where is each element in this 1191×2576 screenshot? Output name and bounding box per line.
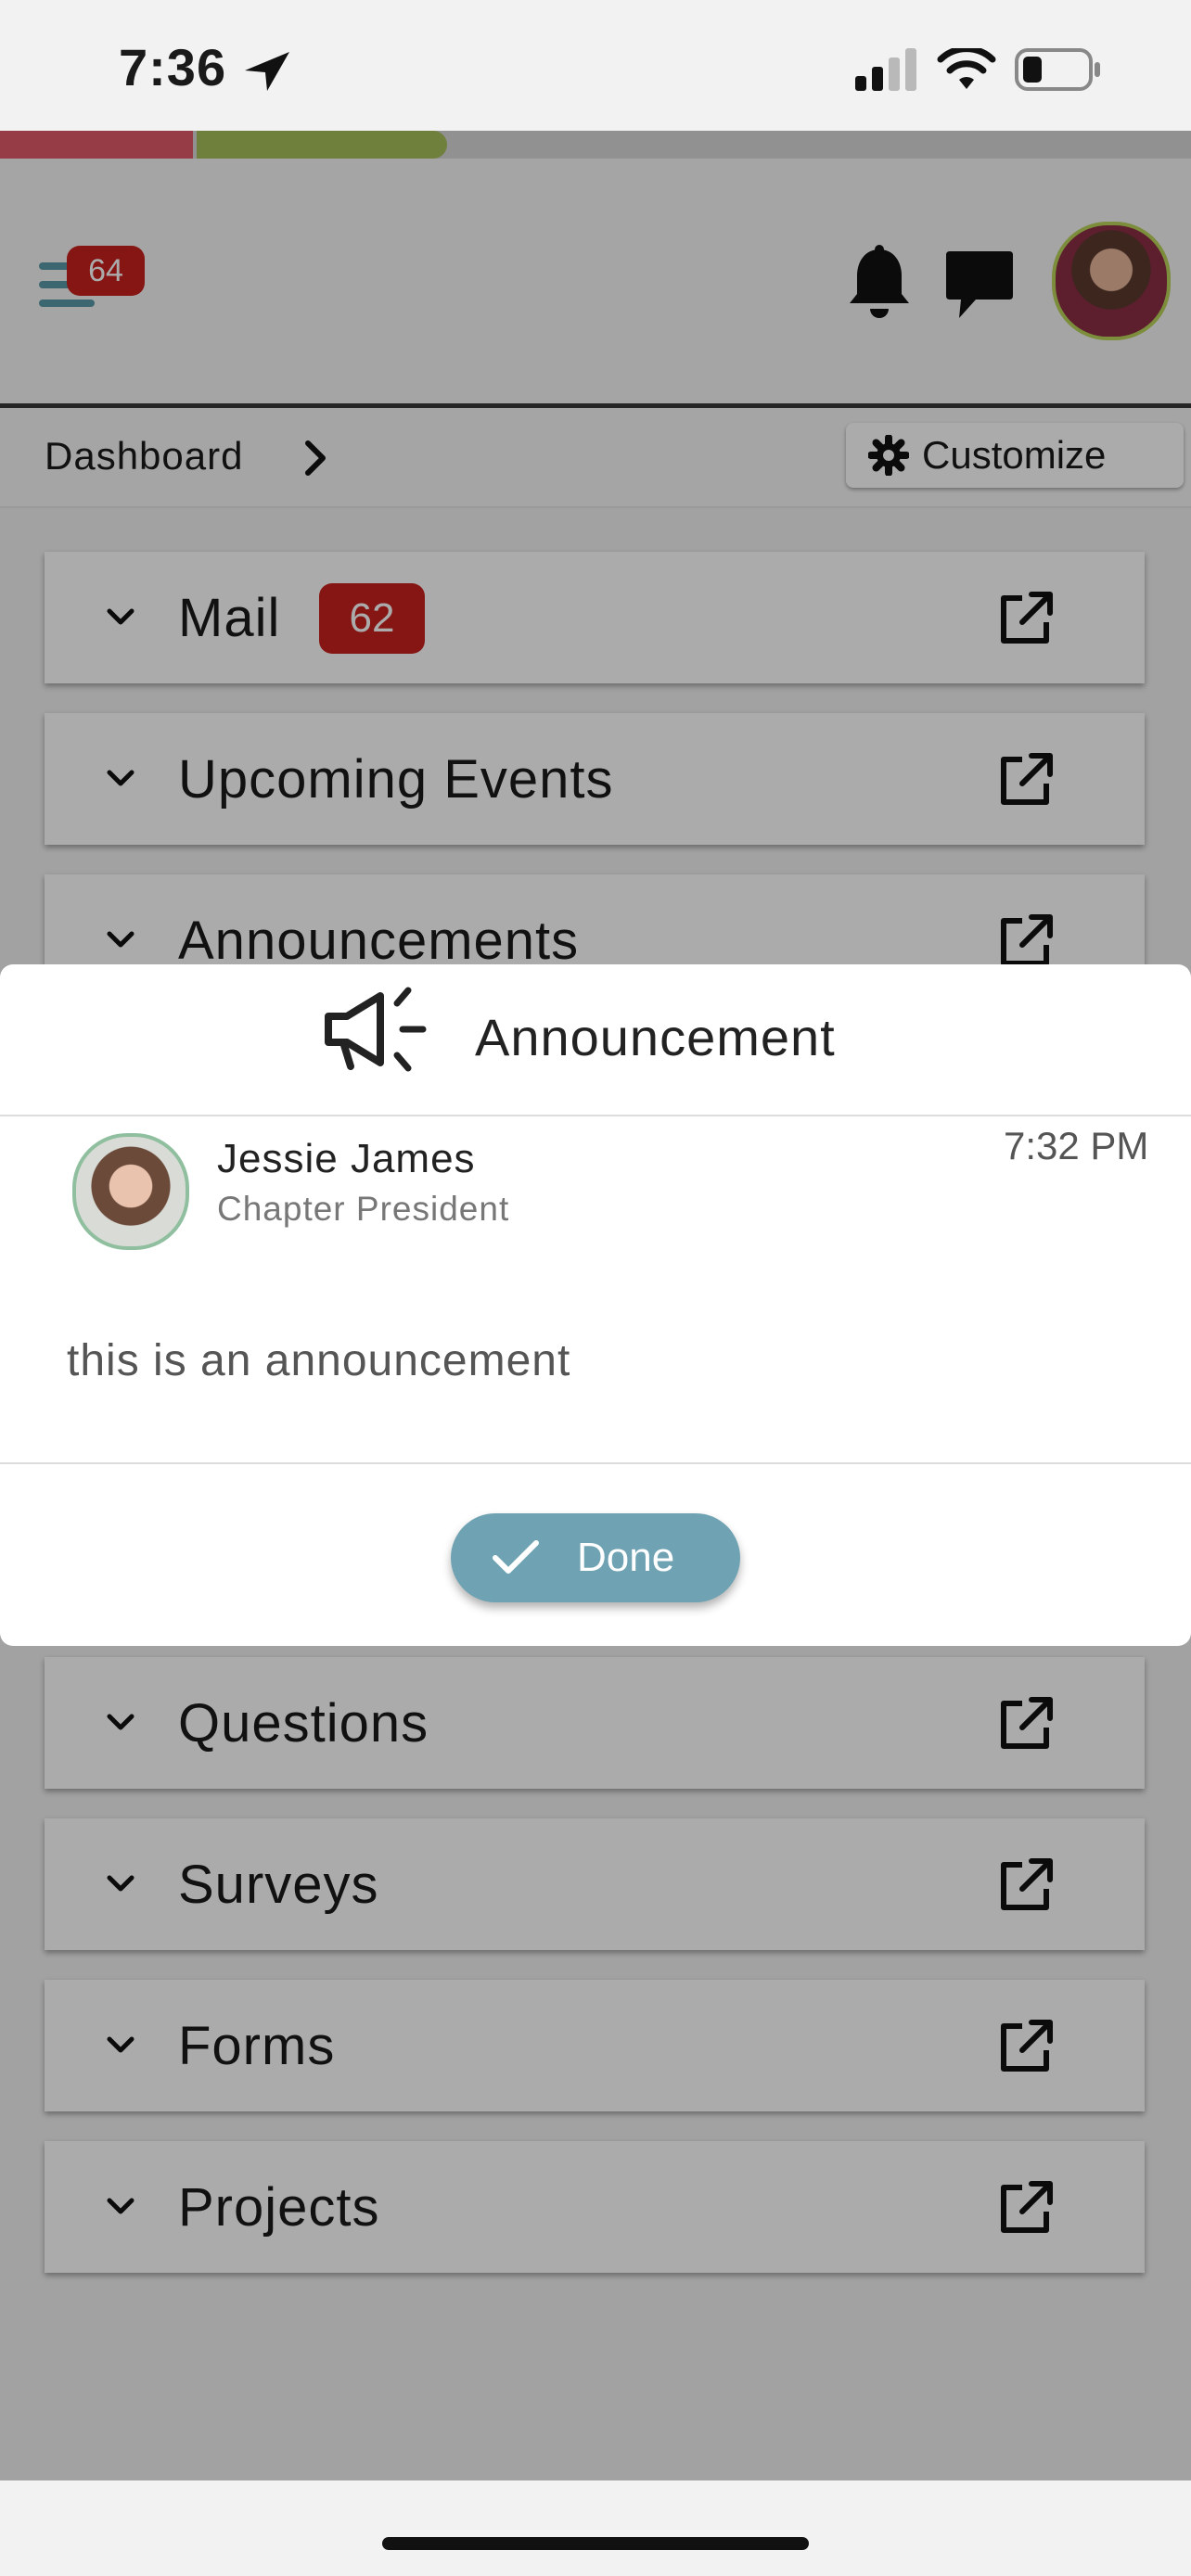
battery-icon <box>1015 48 1100 91</box>
signal-icon <box>855 48 916 91</box>
author-role: Chapter President <box>217 1190 510 1228</box>
divider <box>0 1462 1191 1464</box>
done-button[interactable]: Done <box>451 1513 740 1602</box>
check-icon <box>493 1540 539 1574</box>
announcement-modal: Announcement Jessie James Chapter Presid… <box>0 964 1191 1646</box>
home-indicator[interactable] <box>382 2537 809 2550</box>
location-arrow-icon <box>245 52 289 91</box>
modal-title: Announcement <box>475 1008 836 1066</box>
status-time: 7:36 <box>119 38 227 96</box>
message-time: 7:32 PM <box>1004 1124 1149 1167</box>
bottom-bar <box>0 2480 1191 2576</box>
done-label: Done <box>577 1535 675 1580</box>
wifi-icon <box>937 48 996 89</box>
divider <box>0 1115 1191 1116</box>
megaphone-icon <box>325 987 427 1072</box>
author-avatar <box>72 1133 189 1250</box>
message-body: this is an announcement <box>67 1336 571 1385</box>
author-name: Jessie James <box>217 1136 476 1181</box>
status-bar: 7:36 <box>0 0 1191 131</box>
